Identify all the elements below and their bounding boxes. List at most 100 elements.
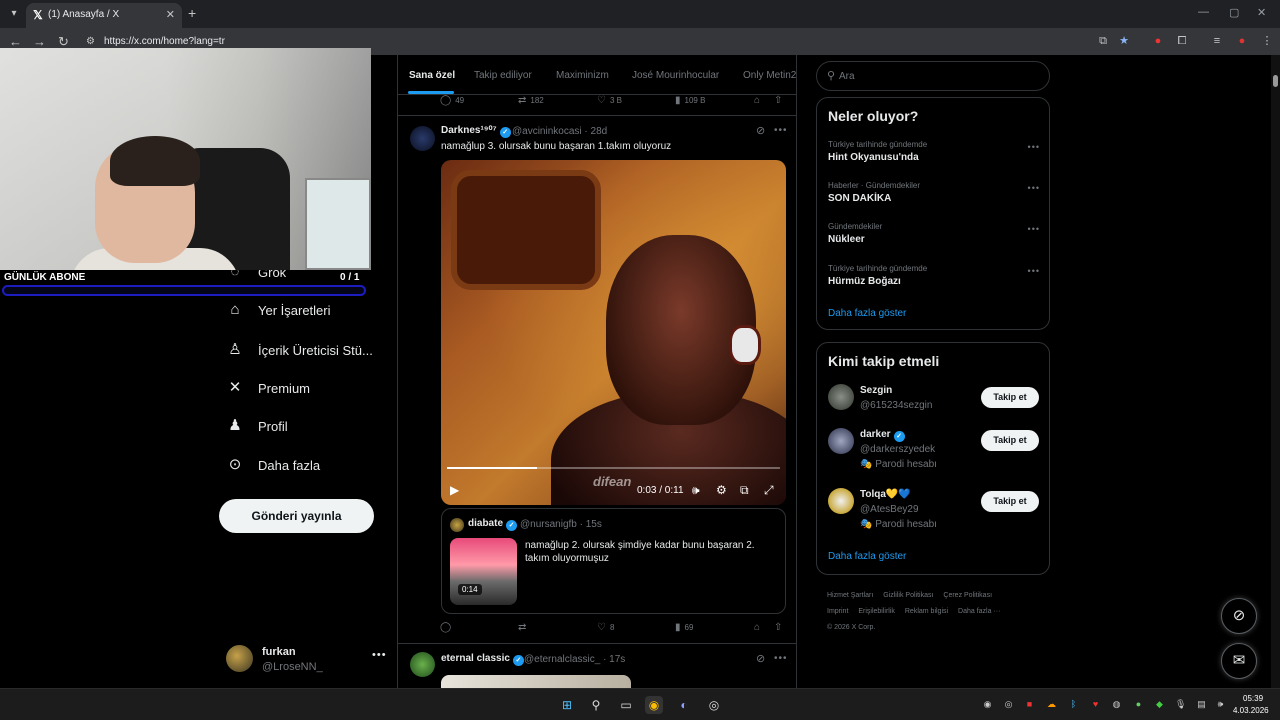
network-icon[interactable]: ▤ <box>1196 699 1207 710</box>
windows-start-icon[interactable]: ⊞ <box>558 696 576 714</box>
footer-accessibility-link[interactable]: Erişilebilirlik <box>858 608 895 615</box>
grok-fab-icon[interactable]: ⊘ <box>1221 598 1257 634</box>
dock-icon[interactable]: ⧉ <box>740 483 749 498</box>
reply-action[interactable]: ◯ <box>440 622 455 633</box>
settings-icon[interactable]: ⚙ <box>716 483 727 497</box>
trends-show-more-link[interactable]: Daha fazla göster <box>828 308 906 319</box>
footer-imprint-link[interactable]: Imprint <box>827 608 848 615</box>
video-player[interactable]: difean ▶ 0:03 / 0:11 🕪 ⚙ ⧉ ⤢ <box>441 160 786 505</box>
follow-suggestion[interactable]: darker ✓ @darkerszyedek 🎭 Parodi hesabı T… <box>828 428 1040 472</box>
who-show-more-link[interactable]: Daha fazla göster <box>828 551 906 562</box>
more-dots-icon[interactable]: ••• <box>1028 142 1040 152</box>
repost-action[interactable]: ⇄ <box>518 622 530 633</box>
window-close-icon[interactable]: ✕ <box>1257 6 1266 19</box>
tab-for-you[interactable]: Sana özel <box>409 70 455 81</box>
footer-ads-link[interactable]: Reklam bilgisi <box>905 608 948 615</box>
search-input[interactable]: ⚲ Ara <box>816 61 1050 91</box>
share-action[interactable]: ⇧ <box>774 95 782 106</box>
clock-time[interactable]: 05:39 <box>1243 694 1263 703</box>
nav-bookmarks[interactable]: ⌂ Yer İşaretleri <box>226 297 330 323</box>
tweet-author-name[interactable]: eternal classic ✓ <box>441 653 524 666</box>
like-action[interactable]: ♡ 8 <box>597 622 614 633</box>
tab-only-metin2[interactable]: Only Metin2 <box>743 70 796 81</box>
minimize-icon[interactable]: — <box>1198 6 1209 18</box>
share-action[interactable]: ⇧ <box>774 622 782 633</box>
grok-icon[interactable]: ⊘ <box>756 124 765 137</box>
url-field[interactable]: https://x.com/home?lang=tr <box>104 36 225 47</box>
grok-icon[interactable]: ⊘ <box>756 652 765 665</box>
search-icon[interactable]: ⚲ <box>587 696 605 714</box>
tray-app-icon[interactable]: ◎ <box>1003 699 1014 710</box>
nav-premium[interactable]: ✕ Premium <box>226 375 310 401</box>
trend-item[interactable]: Haberler · Gündemdekiler SON DAKİKA ••• <box>828 181 1040 211</box>
tab-search-icon[interactable]: ▾ <box>6 6 22 22</box>
bluetooth-icon[interactable]: ᛒ <box>1068 699 1079 710</box>
quoted-tweet[interactable]: diabate ✓ @nursanigfb · 15s 0:14 namağlup… <box>441 508 786 614</box>
footer-privacy-link[interactable]: Gizlilik Politikası <box>883 592 933 599</box>
discord-icon[interactable]: ◐ <box>675 696 693 714</box>
tray-app-icon[interactable]: ■ <box>1024 699 1035 710</box>
page-scrollbar[interactable] <box>1271 55 1280 688</box>
follow-suggestion[interactable]: Tolqa💛💙 @AtesBey29 🎭 Parodi hesabı Takip… <box>828 488 1040 532</box>
follow-button[interactable]: Takip et <box>981 387 1039 408</box>
tab-mourinhocular[interactable]: José Mourinhocular <box>632 70 719 81</box>
tweet-media-preview[interactable] <box>441 675 631 688</box>
reading-list-icon[interactable]: ≡ <box>1211 35 1223 47</box>
tray-app-icon[interactable]: ● <box>1133 699 1144 710</box>
fullscreen-icon[interactable]: ⤢ <box>764 483 774 498</box>
volume-icon[interactable]: 🕪 <box>692 483 700 498</box>
reply-action[interactable]: ◯ 49 <box>440 95 464 106</box>
install-app-icon[interactable]: ⧉ <box>1097 35 1109 47</box>
like-action[interactable]: ♡ 3 B <box>597 95 622 106</box>
follow-button[interactable]: Takip et <box>981 491 1039 512</box>
follow-suggestion[interactable]: Sezgin @615234sezgin Takip et <box>828 384 1040 414</box>
forward-icon[interactable]: → <box>33 34 46 49</box>
post-button[interactable]: Gönderi yayınla <box>219 499 374 533</box>
views-action[interactable]: ▮ 109 B <box>675 95 705 106</box>
messages-fab-icon[interactable]: ✉ <box>1221 643 1257 679</box>
chrome-icon[interactable]: ◉ <box>645 696 663 714</box>
extension-red-icon[interactable]: ● <box>1152 35 1164 47</box>
footer-more-link[interactable]: Daha fazla ··· <box>958 608 1000 615</box>
trend-item[interactable]: Gündemdekiler Nükleer ••• <box>828 222 1040 252</box>
more-dots-icon[interactable]: ••• <box>1028 224 1040 234</box>
clock-date[interactable]: 4.03.2026 <box>1233 706 1269 715</box>
more-dots-icon[interactable]: ••• <box>372 649 387 661</box>
repost-action[interactable]: ⇄ 182 <box>518 95 544 106</box>
new-tab-icon[interactable]: + <box>188 5 196 21</box>
microphone-icon[interactable]: 🎙 <box>1175 699 1186 710</box>
extensions-icon[interactable]: ⧠ <box>1176 35 1188 47</box>
quote-video-thumbnail[interactable]: 0:14 <box>450 538 517 605</box>
tray-app-icon[interactable]: ◍ <box>1111 699 1122 710</box>
more-dots-icon[interactable]: ••• <box>774 653 788 664</box>
footer-cookie-link[interactable]: Çerez Politikası <box>943 592 992 599</box>
tab-following[interactable]: Takip ediliyor <box>474 70 532 81</box>
avatar[interactable] <box>410 652 435 677</box>
profile-avatar-icon[interactable]: ● <box>1236 35 1248 47</box>
account-switcher[interactable]: furkan @LroseNN_ ••• <box>226 643 386 675</box>
tray-app-icon[interactable]: ♥ <box>1090 699 1101 710</box>
speaker-icon[interactable]: 🕪 <box>1215 699 1226 710</box>
tray-app-icon[interactable]: ◆ <box>1154 699 1165 710</box>
tab-close-icon[interactable]: ✕ <box>166 8 175 21</box>
maximize-icon[interactable]: ▢ <box>1229 6 1239 19</box>
more-dots-icon[interactable]: ••• <box>1028 183 1040 193</box>
scrollbar-thumb[interactable] <box>1273 75 1278 87</box>
trend-item[interactable]: Türkiye tarihinde gündemde Hürmüz Boğazı… <box>828 264 1040 294</box>
more-dots-icon[interactable]: ••• <box>1028 266 1040 276</box>
views-action[interactable]: ▮ 69 <box>675 622 693 633</box>
play-icon[interactable]: ▶ <box>450 483 459 497</box>
task-view-icon[interactable]: ▭ <box>617 696 635 714</box>
more-dots-icon[interactable]: ••• <box>774 125 788 136</box>
follow-button[interactable]: Takip et <box>981 430 1039 451</box>
tray-app-icon[interactable]: ◉ <box>982 699 993 710</box>
obs-icon[interactable]: ◎ <box>705 696 723 714</box>
tab-maximinizm[interactable]: Maximinizm <box>556 70 609 81</box>
back-icon[interactable]: ← <box>9 34 22 49</box>
footer-terms-link[interactable]: Hizmet Şartları <box>827 592 873 599</box>
video-progress-bar[interactable] <box>447 467 780 469</box>
bookmark-star-icon[interactable]: ★ <box>1118 35 1130 47</box>
avatar[interactable] <box>410 126 435 151</box>
browser-menu-icon[interactable]: ⋮ <box>1261 35 1273 47</box>
browser-tab[interactable]: 𝕏 (1) Anasayfa / X ✕ <box>26 3 182 28</box>
